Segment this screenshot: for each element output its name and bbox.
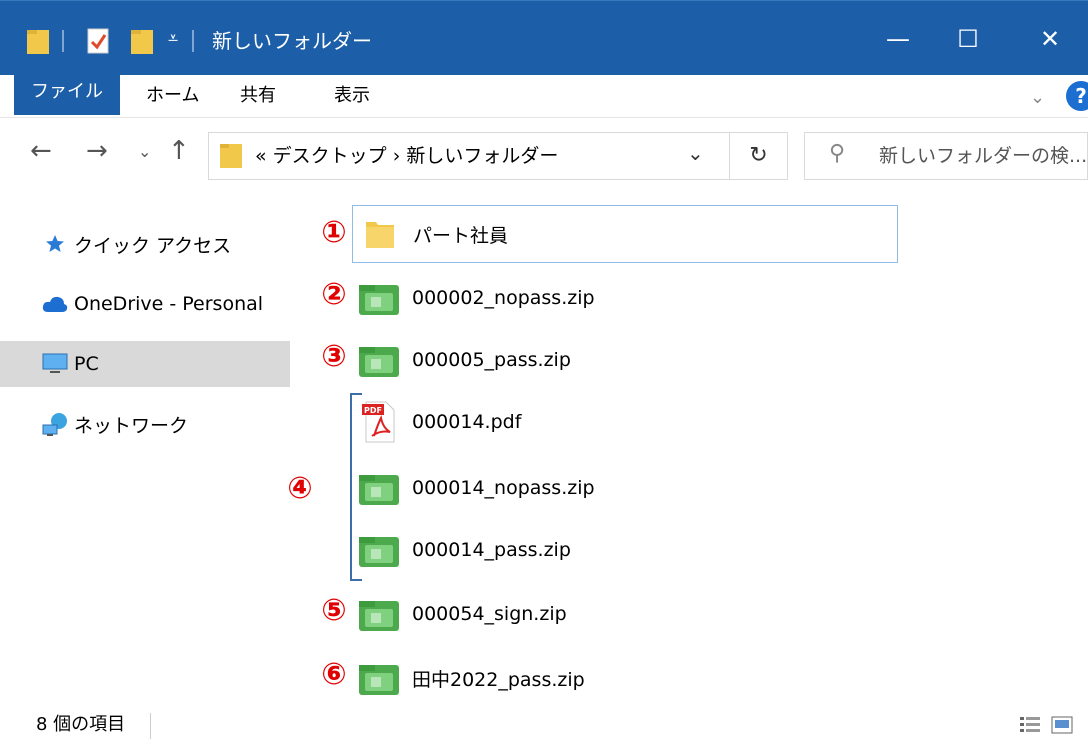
marker-1: ①	[321, 215, 347, 250]
title-separator	[192, 30, 194, 52]
file-name: 000005_pass.zip	[412, 349, 571, 371]
sidebar-item-label: ネットワーク	[74, 414, 189, 437]
folder-icon	[27, 30, 49, 54]
star-icon	[40, 229, 70, 259]
close-button[interactable]: ✕	[1010, 14, 1088, 64]
zip-folder-icon	[352, 653, 406, 703]
marker-4: ④	[287, 471, 313, 506]
file-name: パート社員	[413, 224, 509, 247]
sidebar-item-network[interactable]: ネットワーク	[0, 401, 290, 447]
zip-folder-icon	[352, 589, 406, 639]
large-icons-view-icon[interactable]	[1050, 715, 1074, 735]
list-item-zip[interactable]: 000002_nopass.zip	[352, 269, 898, 327]
new-folder-icon[interactable]	[130, 26, 156, 56]
list-item-pdf[interactable]: PDF 000014.pdf	[352, 393, 898, 451]
status-separator	[150, 713, 151, 739]
cloud-icon	[40, 289, 70, 319]
back-button[interactable]: ←	[30, 136, 52, 166]
address-path[interactable]: « デスクトップ › 新しいフォルダー	[255, 133, 558, 179]
navigation-pane: クイック アクセス OneDrive - Personal PC ネットワーク	[0, 193, 290, 703]
navigation-bar: ← → ⌄ ↑ « デスクトップ › 新しいフォルダー ⌄ ↻ ⚲ 新しいフォル…	[0, 117, 1088, 193]
zip-folder-icon	[352, 525, 406, 575]
sidebar-item-label: OneDrive - Personal	[74, 293, 264, 315]
title-bar: ⩡ 新しいフォルダー — ☐ ✕	[0, 0, 1088, 75]
sidebar-item-pc[interactable]: PC	[0, 341, 290, 387]
customize-toolbar-icon[interactable]: ⩡	[168, 28, 178, 49]
zip-folder-icon	[352, 463, 406, 513]
search-input[interactable]: 新しいフォルダーの検...	[879, 133, 1087, 179]
properties-icon[interactable]	[86, 26, 112, 56]
up-button[interactable]: ↑	[168, 136, 190, 166]
window-title: 新しいフォルダー	[212, 29, 372, 53]
title-bar-edge	[0, 0, 1088, 8]
status-bar: 8 個の項目	[0, 703, 1088, 747]
search-box[interactable]: ⚲ 新しいフォルダーの検...	[804, 132, 1088, 180]
file-name: 000014.pdf	[412, 411, 522, 433]
zip-folder-icon	[352, 273, 406, 323]
file-name: 000014_pass.zip	[412, 539, 571, 561]
address-dropdown-icon[interactable]: ⌄	[687, 141, 704, 165]
file-list: ① ② ③ ④ ⑤ ⑥ パート社員 000002_nopass.zip 0000…	[287, 193, 1088, 703]
folder-icon	[220, 144, 242, 168]
sidebar-item-onedrive[interactable]: OneDrive - Personal	[0, 281, 290, 327]
search-icon: ⚲	[829, 141, 846, 166]
sidebar-item-label: PC	[74, 353, 99, 375]
monitor-icon	[40, 349, 70, 379]
quick-access-separator	[62, 30, 64, 52]
zip-folder-icon	[352, 335, 406, 385]
marker-5: ⑤	[321, 593, 347, 628]
folder-icon	[353, 209, 407, 259]
pdf-file-icon: PDF	[352, 397, 406, 447]
pdf-badge: PDF	[364, 406, 382, 415]
list-item-zip[interactable]: 000005_pass.zip	[352, 331, 898, 389]
tab-file[interactable]: ファイル	[14, 75, 120, 115]
file-name: 田中2022_pass.zip	[412, 668, 585, 691]
marker-3: ③	[321, 339, 347, 374]
maximize-button[interactable]: ☐	[928, 14, 1008, 64]
refresh-button[interactable]: ↻	[729, 133, 787, 179]
details-view-icon[interactable]	[1018, 715, 1042, 735]
item-count: 8 個の項目	[36, 714, 126, 735]
forward-button[interactable]: →	[86, 136, 108, 166]
tab-view[interactable]: 表示	[334, 75, 370, 117]
list-item-zip[interactable]: 000014_nopass.zip	[352, 459, 898, 517]
list-item-zip[interactable]: 田中2022_pass.zip	[352, 649, 898, 707]
network-icon	[40, 409, 70, 439]
marker-6: ⑥	[321, 657, 347, 692]
list-item-folder[interactable]: パート社員	[352, 205, 898, 263]
file-name: 000014_nopass.zip	[412, 477, 595, 499]
ribbon-expand-icon[interactable]: ⌄	[1030, 87, 1045, 108]
minimize-button[interactable]: —	[858, 14, 938, 64]
sidebar-item-quick-access[interactable]: クイック アクセス	[0, 221, 290, 267]
list-item-zip[interactable]: 000014_pass.zip	[352, 521, 898, 579]
tab-home[interactable]: ホーム	[146, 75, 199, 117]
sidebar-item-label: クイック アクセス	[74, 234, 232, 257]
list-item-zip[interactable]: 000054_sign.zip	[352, 585, 898, 643]
file-name: 000054_sign.zip	[412, 603, 567, 625]
tab-share[interactable]: 共有	[240, 75, 276, 117]
ribbon-tabs: ファイル ホーム 共有 表示 ⌄ ?	[0, 75, 1088, 117]
recent-locations-button[interactable]: ⌄	[138, 142, 151, 161]
marker-2: ②	[321, 277, 347, 312]
help-icon[interactable]: ?	[1066, 81, 1088, 111]
address-bar[interactable]: « デスクトップ › 新しいフォルダー ⌄ ↻	[208, 132, 788, 180]
file-name: 000002_nopass.zip	[412, 287, 595, 309]
